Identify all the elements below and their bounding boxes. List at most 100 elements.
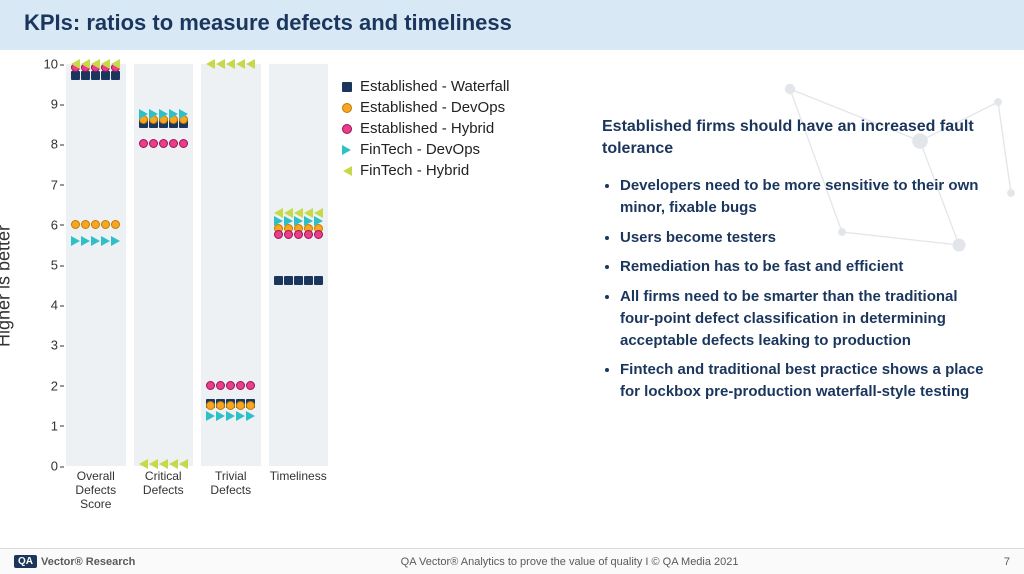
tri-right-teal-icon — [159, 109, 168, 119]
bullet-item: Users become testers — [620, 227, 992, 249]
text-column: Established firms should have an increas… — [582, 56, 1012, 520]
tri-left-olive-icon — [139, 459, 148, 469]
square-navy-icon — [294, 276, 303, 285]
circle-orange-icon — [81, 220, 90, 229]
data-marker-row — [269, 208, 329, 218]
tri-right-teal-icon — [91, 236, 100, 246]
footer-page-number: 7 — [1004, 556, 1010, 568]
circle-pink-icon — [216, 381, 225, 390]
circle-pink-icon — [226, 381, 235, 390]
tri-right-teal-icon — [226, 411, 235, 421]
circle-pink-icon — [149, 139, 158, 148]
square-navy-icon — [304, 276, 313, 285]
legend-label: Established - DevOps — [360, 99, 505, 116]
chart-frame: Higher is better 012345678910OverallDefe… — [12, 56, 332, 516]
legend-label: Established - Hybrid — [360, 120, 494, 137]
circle-pink-icon — [139, 139, 148, 148]
circle-pink-icon — [284, 230, 293, 239]
triangle-right-icon — [342, 145, 352, 155]
chart-column: Higher is better 012345678910OverallDefe… — [12, 56, 342, 520]
tri-left-olive-icon — [274, 208, 283, 218]
body: Higher is better 012345678910OverallDefe… — [0, 50, 1024, 520]
circle-orange-icon — [101, 220, 110, 229]
data-marker-row — [66, 220, 126, 230]
tri-left-olive-icon — [159, 459, 168, 469]
data-marker-row — [66, 59, 126, 69]
tri-right-teal-icon — [101, 236, 110, 246]
text-heading: Established firms should have an increas… — [602, 116, 992, 159]
category-band: TrivialDefects — [201, 64, 261, 466]
data-marker-row — [201, 401, 261, 411]
footer: QA Vector® Research QA Vector® Analytics… — [0, 548, 1024, 574]
y-axis-label: Higher is better — [0, 225, 15, 347]
data-marker-row — [201, 59, 261, 69]
category-band: OverallDefectsScore — [66, 64, 126, 466]
y-tick: 8 — [34, 137, 58, 152]
square-navy-icon — [314, 276, 323, 285]
y-tick: 10 — [34, 57, 58, 72]
data-marker-row — [269, 276, 329, 286]
x-axis-label: OverallDefectsScore — [66, 466, 126, 511]
tri-right-teal-icon — [236, 411, 245, 421]
tri-right-teal-icon — [216, 411, 225, 421]
tri-left-olive-icon — [246, 59, 255, 69]
y-tick: 2 — [34, 378, 58, 393]
circle-pink-icon — [314, 230, 323, 239]
data-marker-row — [66, 236, 126, 246]
tri-right-teal-icon — [81, 236, 90, 246]
tri-right-teal-icon — [149, 109, 158, 119]
x-axis-label: Timeliness — [269, 466, 329, 484]
circle-orange-icon — [226, 401, 235, 410]
category-band: Timeliness — [269, 64, 329, 466]
tri-left-olive-icon — [81, 59, 90, 69]
data-marker-row — [201, 381, 261, 391]
brand-qa-badge: QA — [14, 555, 37, 568]
circle-pink-icon — [304, 230, 313, 239]
triangle-left-icon — [342, 166, 352, 176]
y-tick: 3 — [34, 338, 58, 353]
tri-left-olive-icon — [284, 208, 293, 218]
tri-left-olive-icon — [111, 59, 120, 69]
circle-pink-icon — [274, 230, 283, 239]
plot-area: 012345678910OverallDefectsScoreCriticalD… — [62, 64, 332, 466]
circle-pink-icon — [236, 381, 245, 390]
circle-orange-icon — [342, 103, 352, 113]
tri-left-olive-icon — [294, 208, 303, 218]
tri-left-olive-icon — [236, 59, 245, 69]
circle-orange-icon — [246, 401, 255, 410]
legend-label: FinTech - Hybrid — [360, 162, 469, 179]
tri-left-olive-icon — [101, 59, 110, 69]
legend-item-fintech-hybrid: FinTech - Hybrid — [342, 162, 582, 179]
square-navy-icon — [284, 276, 293, 285]
circle-pink-icon — [169, 139, 178, 148]
page-title: KPIs: ratios to measure defects and time… — [24, 10, 1000, 36]
tri-left-olive-icon — [71, 59, 80, 69]
x-axis-label: CriticalDefects — [134, 466, 194, 498]
footer-center: QA Vector® Analytics to prove the value … — [135, 556, 1004, 568]
tri-left-olive-icon — [206, 59, 215, 69]
circle-pink-icon — [179, 139, 188, 148]
circle-orange-icon — [236, 401, 245, 410]
y-tick: 5 — [34, 258, 58, 273]
circle-orange-icon — [111, 220, 120, 229]
title-band: KPIs: ratios to measure defects and time… — [0, 0, 1024, 50]
circle-pink-icon — [294, 230, 303, 239]
tri-right-teal-icon — [139, 109, 148, 119]
bullet-item: Fintech and traditional best practice sh… — [620, 359, 992, 403]
tri-right-teal-icon — [111, 236, 120, 246]
tri-right-teal-icon — [71, 236, 80, 246]
circle-pink-icon — [206, 381, 215, 390]
bullet-list: Developers need to be more sensitive to … — [602, 175, 992, 403]
data-marker-row — [134, 109, 194, 119]
tri-right-teal-icon — [169, 109, 178, 119]
legend-item-hybrid: Established - Hybrid — [342, 120, 582, 137]
footer-brand: QA Vector® Research — [14, 555, 135, 568]
y-tick: 6 — [34, 217, 58, 232]
y-tick: 9 — [34, 97, 58, 112]
legend: Established - Waterfall Established - De… — [342, 56, 582, 520]
circle-pink-icon — [246, 381, 255, 390]
tri-left-olive-icon — [314, 208, 323, 218]
tri-left-olive-icon — [149, 459, 158, 469]
data-marker-row — [269, 230, 329, 240]
bullet-item: All firms need to be smarter than the tr… — [620, 286, 992, 351]
